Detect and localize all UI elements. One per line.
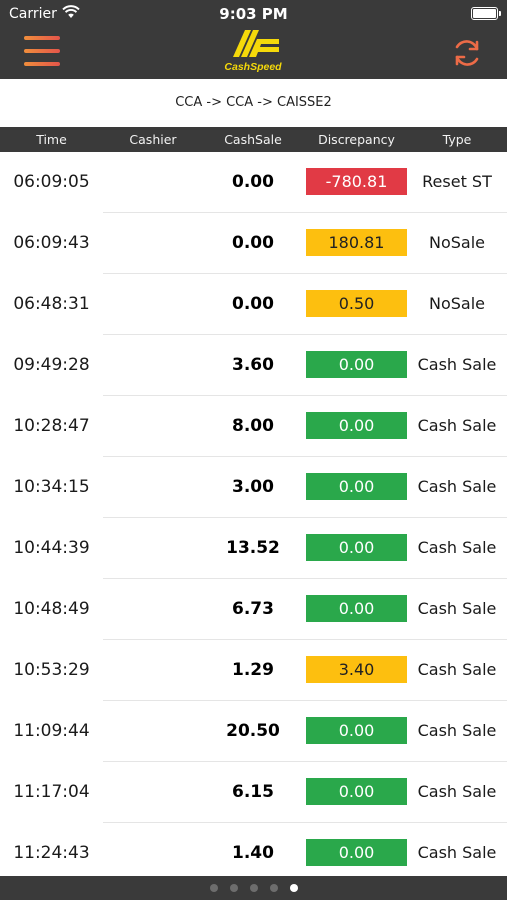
row-type: NoSale xyxy=(428,233,485,252)
cashspeed-logo: CashSpeed xyxy=(224,30,282,73)
row-type: NoSale xyxy=(428,294,485,313)
page-dot[interactable] xyxy=(229,884,238,892)
table-row[interactable]: 09:49:28 3.60 0.00 Cash Sale xyxy=(0,335,507,396)
row-cash-sale: 0.00 xyxy=(232,172,274,192)
row-type: Cash Sale xyxy=(417,538,497,557)
header-type: Type xyxy=(442,132,472,147)
row-discrepancy: 0.00 xyxy=(306,412,407,439)
row-type: Cash Sale xyxy=(417,721,497,740)
page-dot[interactable] xyxy=(209,884,218,892)
table-row[interactable]: 06:09:05 0.00 -780.81 Reset ST xyxy=(0,152,507,213)
row-discrepancy: 3.40 xyxy=(306,656,407,683)
table-header: Time Cashier CashSale Discrepancy Type xyxy=(0,127,507,152)
row-cash-sale: 13.52 xyxy=(226,538,280,558)
row-discrepancy: 0.00 xyxy=(306,534,407,561)
status-time: 9:03 PM xyxy=(219,5,288,23)
status-bar: Carrier 9:03 PM xyxy=(0,0,507,28)
row-type: Cash Sale xyxy=(417,660,497,679)
row-cash-sale: 0.00 xyxy=(232,233,274,253)
row-type: Cash Sale xyxy=(417,355,497,374)
row-cash-sale: 3.60 xyxy=(232,355,274,375)
header-time: Time xyxy=(36,132,67,147)
row-discrepancy: 0.00 xyxy=(306,717,407,744)
row-time: 06:09:05 xyxy=(13,172,90,192)
row-type: Reset ST xyxy=(422,172,492,191)
battery-nub xyxy=(499,11,501,16)
row-discrepancy: 0.00 xyxy=(306,595,407,622)
row-time: 10:53:29 xyxy=(13,660,90,680)
row-cash-sale: 20.50 xyxy=(226,721,280,741)
row-cash-sale: 0.00 xyxy=(232,294,274,314)
table-row[interactable]: 10:48:49 6.73 0.00 Cash Sale xyxy=(0,579,507,640)
row-type: Cash Sale xyxy=(417,843,497,862)
table-row[interactable]: 11:09:44 20.50 0.00 Cash Sale xyxy=(0,701,507,762)
page-dot[interactable] xyxy=(249,884,258,892)
page-indicator xyxy=(0,876,507,900)
row-time: 11:09:44 xyxy=(13,721,90,741)
refresh-icon[interactable] xyxy=(450,36,484,70)
row-discrepancy: 0.50 xyxy=(306,290,407,317)
row-cash-sale: 1.40 xyxy=(232,843,274,863)
table-row[interactable]: 06:09:43 0.00 180.81 NoSale xyxy=(0,213,507,274)
row-time: 10:28:47 xyxy=(13,416,90,436)
row-time: 06:48:31 xyxy=(13,294,90,314)
table-row[interactable]: 10:53:29 1.29 3.40 Cash Sale xyxy=(0,640,507,701)
header-cashier: Cashier xyxy=(129,132,177,147)
nav-bar: Carrier 9:03 PM CashSpeed xyxy=(0,0,507,79)
table-row[interactable]: 11:24:43 1.40 0.00 Cash Sale xyxy=(0,823,507,884)
row-time: 10:48:49 xyxy=(13,599,90,619)
table-row[interactable]: 10:28:47 8.00 0.00 Cash Sale xyxy=(0,396,507,457)
header-cashsale: CashSale xyxy=(224,132,282,147)
row-discrepancy: 180.81 xyxy=(306,229,407,256)
table-row[interactable]: 10:44:39 13.52 0.00 Cash Sale xyxy=(0,518,507,579)
row-time: 09:49:28 xyxy=(13,355,90,375)
row-cash-sale: 3.00 xyxy=(232,477,274,497)
page-dot[interactable] xyxy=(269,884,278,892)
row-time: 11:24:43 xyxy=(13,843,90,863)
row-discrepancy: 0.00 xyxy=(306,351,407,378)
row-cash-sale: 6.73 xyxy=(232,599,274,619)
row-cash-sale: 1.29 xyxy=(232,660,274,680)
row-discrepancy: 0.00 xyxy=(306,473,407,500)
row-time: 06:09:43 xyxy=(13,233,90,253)
table-row[interactable]: 06:48:31 0.00 0.50 NoSale xyxy=(0,274,507,335)
row-time: 10:44:39 xyxy=(13,538,90,558)
row-discrepancy: -780.81 xyxy=(306,168,407,195)
battery-full-icon xyxy=(471,7,498,20)
hamburger-menu-icon[interactable] xyxy=(22,34,64,70)
row-type: Cash Sale xyxy=(417,782,497,801)
row-time: 11:17:04 xyxy=(13,782,90,802)
row-discrepancy: 0.00 xyxy=(306,778,407,805)
table-row[interactable]: 11:17:04 6.15 0.00 Cash Sale xyxy=(0,762,507,823)
row-discrepancy: 0.00 xyxy=(306,839,407,866)
row-type: Cash Sale xyxy=(417,477,497,496)
breadcrumb: CCA -> CCA -> CAISSE2 xyxy=(0,79,507,127)
table-row[interactable]: 10:34:15 3.00 0.00 Cash Sale xyxy=(0,457,507,518)
row-cash-sale: 6.15 xyxy=(232,782,274,802)
row-type: Cash Sale xyxy=(417,599,497,618)
row-time: 10:34:15 xyxy=(13,477,90,497)
row-cash-sale: 8.00 xyxy=(232,416,274,436)
logo-text: CashSpeed xyxy=(224,61,282,73)
page-dot[interactable] xyxy=(289,884,298,892)
row-type: Cash Sale xyxy=(417,416,497,435)
header-discrepancy: Discrepancy xyxy=(318,132,395,147)
